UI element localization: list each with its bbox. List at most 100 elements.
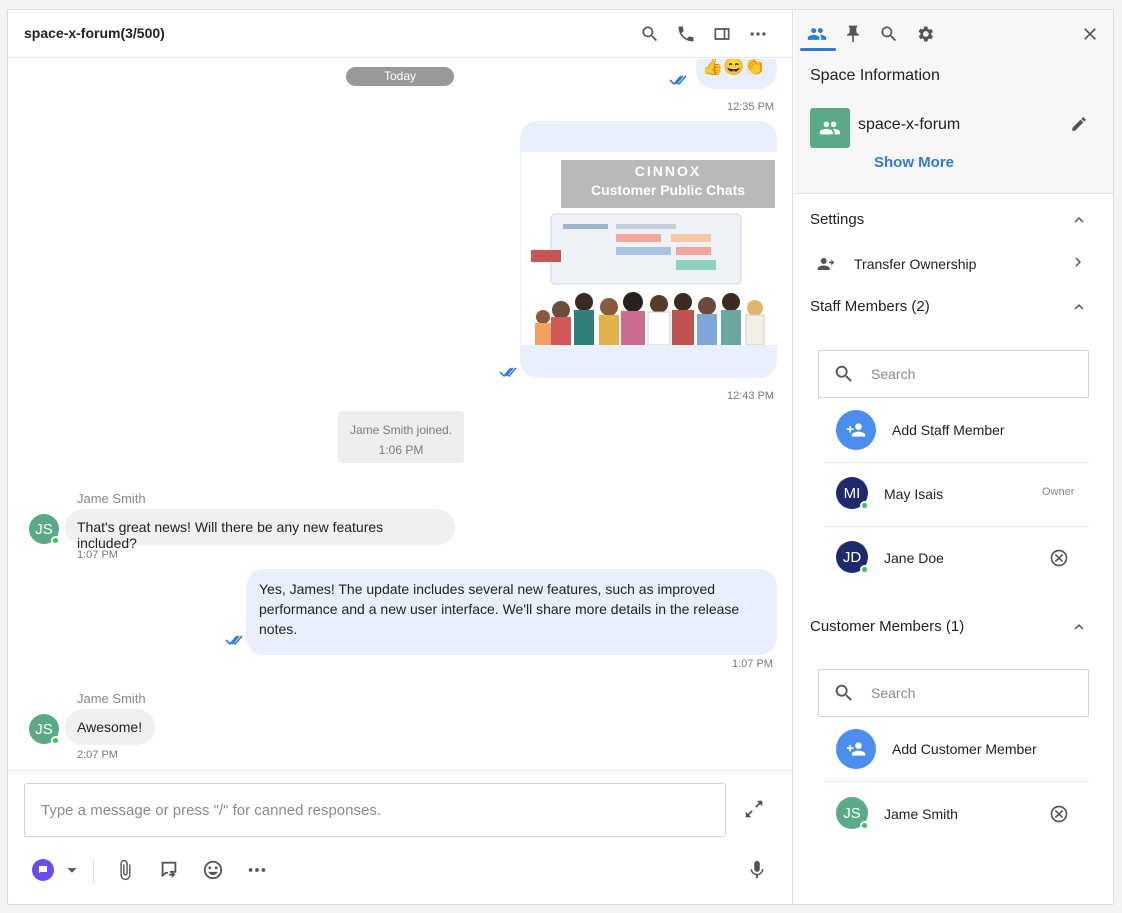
active-tab-indicator [800,48,836,51]
message-time: 12:43 PM [727,390,775,402]
add-customer-member-button[interactable]: Add Customer Member [892,741,1037,757]
search-icon[interactable] [875,20,903,48]
sender-name: Jame Smith [77,691,146,706]
staff-member-name: Jane Doe [884,550,944,566]
chat-panel: space-x-forum(3/500) 👍😄👏 Today 12:35 PM … [8,10,793,904]
message-bubble-incoming: Awesome! [65,709,155,745]
attachment-icon[interactable] [113,858,137,882]
remove-member-icon[interactable] [1049,804,1069,824]
avatar-initials: JS [35,520,53,538]
chevron-down-icon[interactable] [60,858,84,882]
online-status-dot [860,501,869,510]
close-icon[interactable] [1076,20,1104,48]
chat-header: space-x-forum(3/500) [8,10,793,58]
avatar[interactable]: MI [836,477,869,510]
pin-icon[interactable] [839,20,867,48]
transfer-ownership-icon [816,254,836,274]
customer-members-title: Customer Members (1) [810,618,965,635]
message-time: 12:35 PM [727,101,775,113]
gear-icon[interactable] [911,20,939,48]
sender-name: Jame Smith [77,491,146,506]
divider [824,781,1089,782]
avatar-initials: JD [842,548,862,566]
show-more-link[interactable]: Show More [874,154,954,171]
online-status-dot [860,821,869,830]
side-tabs [794,10,1113,58]
system-notice-time: 1:06 PM [378,443,424,457]
avatar-initials: JS [843,804,861,822]
avatar[interactable]: JS [836,797,869,830]
image-banner: CINNOX Customer Public Chats [561,160,775,208]
message-list[interactable]: 👍😄👏 Today 12:35 PM CINNOX Customer Publi… [8,59,793,769]
online-status-dot [51,736,60,745]
toolbar-divider [93,858,94,884]
avatar-initials: MI [843,484,861,502]
add-staff-icon[interactable] [836,410,876,450]
collapse-settings-icon[interactable] [1069,210,1089,230]
image-title: Customer Public Chats [590,182,746,198]
add-staff-member-button[interactable]: Add Staff Member [892,422,1005,438]
message-text-line: performance and a new user interface. We… [259,601,740,617]
emoji-icon[interactable] [201,858,225,882]
message-bubble-outgoing: 👍😄👏 [696,59,777,89]
tab-members[interactable] [803,20,831,48]
divider [824,526,1089,527]
customer-member-name: Jame Smith [884,806,958,822]
message-time: 1:07 PM [77,549,118,561]
remove-member-icon[interactable] [1049,548,1069,568]
staff-search-input[interactable] [871,363,1071,385]
app-window: space-x-forum(3/500) 👍😄👏 Today 12:35 PM … [7,9,1114,905]
more-options-icon[interactable] [747,23,769,45]
emoji-reactions: 👍😄👏 [702,59,766,76]
read-receipt-icon [225,633,245,646]
shared-image[interactable]: CINNOX Customer Public Chats [521,152,777,345]
more-tools-icon[interactable] [245,858,269,882]
add-customer-icon[interactable] [836,729,876,769]
online-status-dot [860,565,869,574]
message-time: 2:07 PM [77,749,118,761]
transfer-ownership-label[interactable]: Transfer Ownership [854,256,976,272]
space-info-title: Space Information [810,67,940,84]
message-input[interactable] [24,783,726,837]
edit-icon[interactable] [1069,114,1089,134]
chat-title: space-x-forum(3/500) [24,25,165,41]
online-status-dot [51,536,60,545]
chevron-right-icon[interactable] [1068,252,1088,272]
expand-icon[interactable] [742,797,766,821]
message-bubble-outgoing: Yes, James! The update includes several … [246,569,777,655]
side-panel-toggle-icon[interactable] [711,23,733,45]
staff-members-title: Staff Members (2) [810,298,930,315]
search-icon[interactable] [639,23,661,45]
message-bubble-incoming: That's great news! Will there be any new… [65,509,455,551]
phone-icon[interactable] [675,23,697,45]
collapse-staff-icon[interactable] [1069,297,1089,317]
settings-title: Settings [810,211,865,228]
customer-search-input[interactable] [871,682,1071,704]
divider [824,462,1089,463]
system-notice: Jame Smith joined. 1:06 PM [338,411,464,463]
space-group-icon [810,108,850,148]
read-receipt-icon [499,365,519,378]
owner-badge: Owner [1042,486,1075,498]
staff-member-name: May Isais [884,486,944,502]
search-icon [835,684,852,701]
read-receipt-icon [669,73,689,86]
canned-response-icon[interactable] [157,858,181,882]
avatar[interactable]: JS [29,714,60,745]
message-text: Awesome! [77,719,143,735]
message-text-line: Yes, James! The update includes several … [259,581,716,597]
avatar-initials: JS [35,720,53,738]
microphone-icon[interactable] [745,858,769,882]
date-separator: Today [346,67,454,86]
message-composer [8,770,793,904]
channel-selector-icon[interactable] [32,859,54,881]
avatar[interactable]: JD [836,541,869,574]
search-icon [835,365,852,382]
message-text-line: notes. [259,621,298,637]
message-time: 1:07 PM [732,658,773,670]
space-name: space-x-forum [858,116,961,133]
collapse-customers-icon[interactable] [1069,617,1089,637]
avatar[interactable]: JS [29,514,60,545]
system-notice-text: Jame Smith joined. [349,423,453,437]
space-info-panel: Space Information space-x-forum Show Mor… [794,10,1113,904]
